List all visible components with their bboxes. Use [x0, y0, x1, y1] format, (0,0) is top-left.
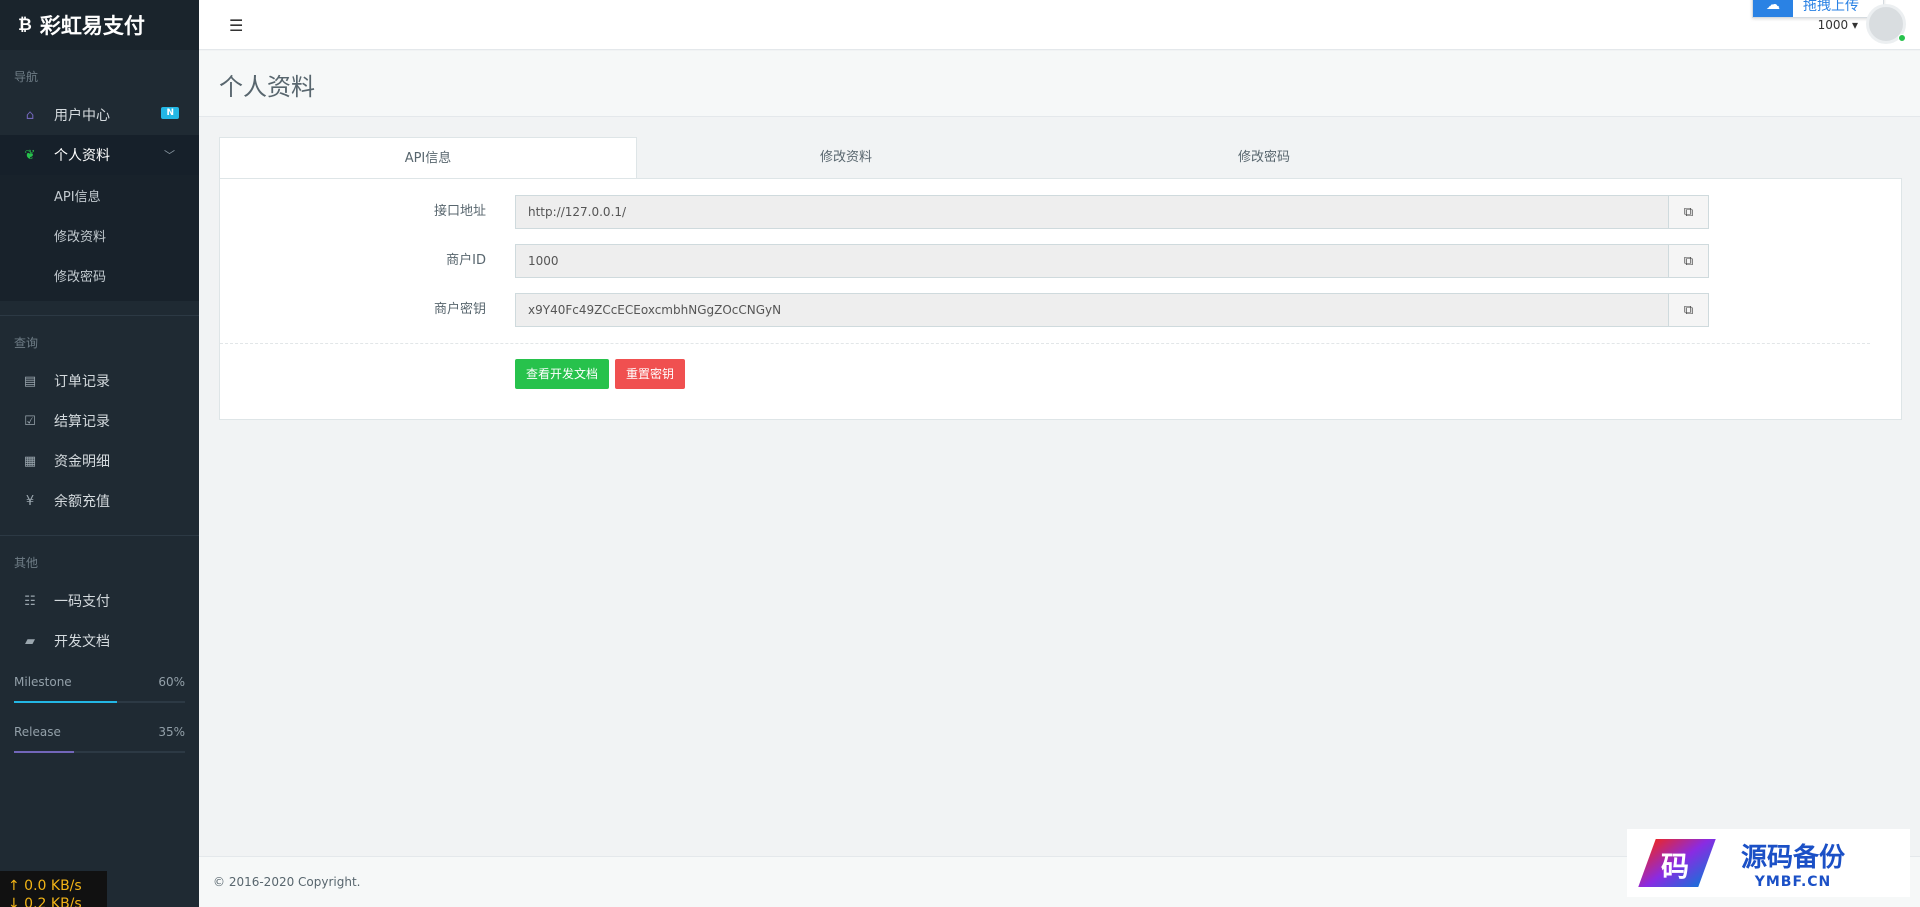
- sidebar-item-settlements[interactable]: ☑ 结算记录: [0, 401, 199, 441]
- query-section-label: 查询: [14, 336, 39, 350]
- divider: [220, 343, 1870, 344]
- upload-speed: ↑ 0.0 KB/s: [8, 878, 82, 894]
- sidebar-item-label: 订单记录: [54, 374, 110, 390]
- sidebar-item-label: 用户中心: [54, 108, 110, 124]
- leaf-icon: ❦: [24, 147, 36, 163]
- profile-submenu: API信息 修改资料 修改密码: [0, 175, 199, 301]
- drag-upload-popup[interactable]: ☁ 拖拽上传: [1752, 0, 1884, 18]
- progress-track: [14, 751, 185, 753]
- net-speed-widget: ↑ 0.0 KB/s ↓ 0.2 KB/s: [0, 871, 107, 907]
- watermark-sub: YMBF.CN: [1754, 873, 1832, 890]
- progress-track: [14, 701, 185, 703]
- progress-value: 60%: [158, 675, 185, 689]
- reset-key-button[interactable]: 重置密钥: [615, 359, 686, 389]
- merchant-id-value[interactable]: 1000: [516, 245, 1668, 277]
- calendar-icon: ▦: [23, 453, 37, 469]
- api-url-label: 接口地址: [433, 204, 486, 219]
- page-header: 个人资料: [199, 51, 1920, 117]
- sidebar-item-label: 开发文档: [54, 634, 110, 650]
- cloud-upload-icon: ☁: [1753, 0, 1793, 17]
- merchant-key-label: 商户密钥: [433, 302, 486, 317]
- copy-icon[interactable]: ⧉: [1668, 196, 1708, 228]
- progress-fill: [14, 701, 117, 703]
- sidebar-subitem-edit-profile[interactable]: 修改资料: [0, 215, 199, 255]
- tab-edit-profile[interactable]: 修改资料: [637, 137, 1055, 179]
- progress-release: Release 35%: [0, 725, 199, 753]
- copyright: © 2016-2020 Copyright.: [213, 875, 361, 889]
- copy-icon[interactable]: ⧉: [1668, 245, 1708, 277]
- download-speed: ↓ 0.2 KB/s: [8, 896, 82, 907]
- other-section-label: 其他: [14, 556, 39, 570]
- book-icon: ▰: [25, 633, 35, 649]
- brand-name: 彩虹易支付: [39, 14, 145, 38]
- watermark-title: 源码备份: [1741, 842, 1846, 873]
- sidebar-item-label: 结算记录: [54, 414, 110, 430]
- sidebar-item-label: 个人资料: [54, 148, 110, 164]
- qr-list-icon: ☷: [24, 593, 36, 609]
- list-icon: ▤: [23, 373, 37, 389]
- sidebar-subitem-change-password[interactable]: 修改密码: [0, 255, 199, 295]
- sidebar-item-recharge[interactable]: ¥ 余额充值: [0, 481, 199, 521]
- tab-change-password[interactable]: 修改密码: [1055, 137, 1473, 179]
- user-dropdown[interactable]: 1000 ▾: [1818, 18, 1858, 32]
- chevron-down-icon: ﹀: [164, 149, 175, 162]
- api-url-value[interactable]: http://127.0.0.1/: [516, 196, 1668, 228]
- copy-icon[interactable]: ⧉: [1668, 294, 1708, 326]
- sidebar-subitem-api-info[interactable]: API信息: [0, 175, 199, 215]
- progress-milestone: Milestone 60%: [0, 675, 199, 703]
- watermark: 码 源码备份 YMBF.CN: [1627, 829, 1910, 897]
- yen-icon: ¥: [25, 493, 35, 509]
- sidebar-item-funds[interactable]: ▦ 资金明细: [0, 441, 199, 481]
- form-row-merchant-key: 商户密钥 x9Y40Fc49ZCcECEoxcmbhNGgZOcCNGyN ⧉: [220, 293, 1903, 327]
- online-status-dot: [1898, 34, 1906, 42]
- progress-value: 35%: [158, 725, 185, 739]
- tab-api-info[interactable]: API信息: [219, 137, 637, 179]
- merchant-key-value[interactable]: x9Y40Fc49ZCcECEoxcmbhNGgZOcCNGyN: [516, 294, 1668, 326]
- nav-section-label: 导航: [14, 70, 39, 84]
- watermark-logo-icon: 码: [1627, 829, 1737, 897]
- merchant-key-field[interactable]: x9Y40Fc49ZCcECEoxcmbhNGgZOcCNGyN ⧉: [515, 293, 1709, 327]
- menu-toggle-icon[interactable]: ☰: [229, 16, 243, 35]
- progress-label: Release: [14, 725, 61, 739]
- home-icon: ⌂: [25, 107, 35, 123]
- merchant-id-label: 商户ID: [446, 253, 486, 268]
- upload-popup-label: 拖拽上传: [1803, 0, 1859, 14]
- sidebar-item-label: 一码支付: [54, 594, 110, 610]
- sidebar-item-profile[interactable]: ❦ 个人资料 ﹀: [0, 135, 199, 175]
- api-url-field[interactable]: http://127.0.0.1/ ⧉: [515, 195, 1709, 229]
- merchant-id-field[interactable]: 1000 ⧉: [515, 244, 1709, 278]
- bitcoin-icon: ₿: [18, 15, 32, 35]
- check-square-icon: ☑: [24, 413, 36, 429]
- form-row-merchant-id: 商户ID 1000 ⧉: [220, 244, 1903, 278]
- page-title: 个人资料: [219, 73, 315, 101]
- top-header: ☰ ☁ 拖拽上传 1000 ▾: [199, 0, 1920, 50]
- sidebar-item-orders[interactable]: ▤ 订单记录: [0, 361, 199, 401]
- form-row-api-url: 接口地址 http://127.0.0.1/ ⧉: [220, 195, 1903, 229]
- view-docs-button[interactable]: 查看开发文档: [515, 359, 610, 389]
- sidebar: ₿ 彩虹易支付 导航 ⌂ 用户中心 N ❦ 个人资料 ﹀ API信息 修改资料 …: [0, 0, 199, 907]
- api-info-panel: 接口地址 http://127.0.0.1/ ⧉ 商户ID 1000 ⧉ 商户密…: [219, 178, 1902, 420]
- new-badge: N: [161, 107, 179, 119]
- sidebar-item-onecode[interactable]: ☷ 一码支付: [0, 581, 199, 621]
- progress-fill: [14, 751, 74, 753]
- watermark-char: 码: [1661, 850, 1690, 883]
- profile-tabs: API信息 修改资料 修改密码: [219, 137, 1902, 179]
- brand[interactable]: ₿ 彩虹易支付: [0, 0, 199, 50]
- sidebar-item-user-center[interactable]: ⌂ 用户中心 N: [0, 95, 199, 135]
- sidebar-item-label: 余额充值: [54, 494, 110, 510]
- sidebar-item-docs[interactable]: ▰ 开发文档: [0, 621, 199, 661]
- sidebar-item-label: 资金明细: [54, 454, 110, 470]
- progress-label: Milestone: [14, 675, 72, 689]
